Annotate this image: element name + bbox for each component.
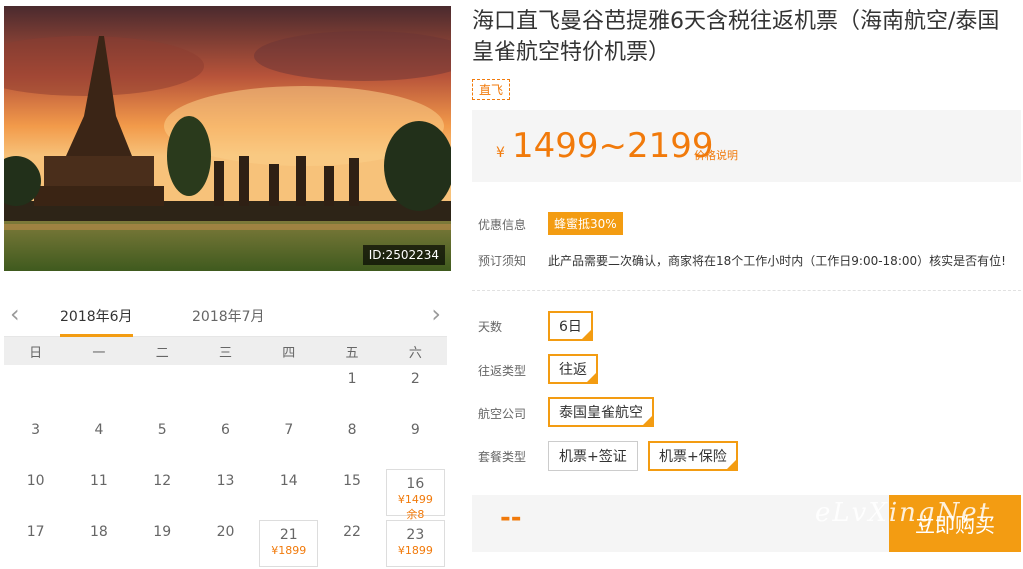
day-number: 6 (221, 422, 230, 438)
weekday-label: 二 (155, 345, 169, 361)
day-number: 9 (410, 422, 420, 438)
calendar-day (4, 365, 67, 416)
airline-label: 航空公司 (478, 407, 527, 421)
day-number: 18 (90, 524, 108, 540)
calendar-day (67, 365, 130, 416)
calendar-day (257, 365, 320, 416)
day-number: 1 (347, 371, 357, 387)
chevron-right-icon[interactable]: › (431, 300, 441, 328)
day-number: 17 (26, 524, 45, 540)
calendar-grid: 1 2 3 4 5 6 7 8 9 10 11 12 13 14 15 16 ¥1499 余8 17 18 19 20 21… (4, 365, 447, 569)
price-box: ¥ 1499~2199 价格说明 (472, 110, 1021, 182)
image-id-badge: ID:2502234 (362, 245, 445, 265)
airline-option[interactable]: 泰国皇雀航空 (548, 397, 654, 427)
calendar-day[interactable]: 18 (67, 518, 130, 569)
calendar-day[interactable]: 22 (320, 518, 383, 569)
day-number: 8 (347, 422, 357, 438)
day-number: 16 (406, 476, 425, 492)
package-option-visa[interactable]: 机票+签证 (548, 441, 638, 471)
calendar-day[interactable]: 2 (384, 365, 447, 416)
calendar-day[interactable]: 5 (131, 416, 194, 467)
calendar-day[interactable]: 10 (4, 467, 67, 518)
day-number: 4 (94, 422, 104, 438)
product-photo: ID:2502234 (4, 6, 451, 271)
day-number: 5 (157, 422, 167, 438)
watermark: eLvXingNet (815, 498, 992, 528)
calendar-day[interactable]: 1 (320, 365, 383, 416)
day-number: 2 (410, 371, 420, 387)
calendar-day (194, 365, 257, 416)
day-price: ¥1499 (397, 493, 433, 506)
calendar-day[interactable]: 4 (67, 416, 130, 467)
tab-month-july[interactable]: 2018年7月 (192, 306, 265, 326)
calendar-day[interactable]: 12 (131, 467, 194, 518)
days-label: 天数 (478, 320, 503, 334)
weekday-label: 日 (29, 345, 43, 361)
weekday-label: 一 (92, 345, 106, 361)
day-number: 14 (279, 473, 298, 489)
calendar-day[interactable]: 3 (4, 416, 67, 467)
calendar-day[interactable]: 23 ¥1899 (385, 520, 445, 567)
promo-badge: 蜂蜜抵30% (548, 212, 623, 235)
calendar-day[interactable]: 21 ¥1899 (259, 520, 319, 567)
weekday-label: 五 (345, 345, 359, 361)
day-number: 23 (406, 527, 425, 543)
weekday-label: 六 (408, 345, 422, 361)
divider (472, 290, 1021, 291)
calendar-day[interactable]: 7 (257, 416, 320, 467)
weekday-label: 三 (218, 345, 232, 361)
product-title: 海口直飞曼谷芭提雅6天含税往返机票（海南航空/泰国皇雀航空特价机票） (472, 9, 1000, 65)
calendar-day[interactable]: 19 (131, 518, 194, 569)
day-number: 20 (216, 524, 235, 540)
total-amount: -- (500, 503, 522, 533)
package-option-insurance[interactable]: 机票+保险 (648, 441, 738, 471)
day-number: 19 (153, 524, 172, 540)
calendar-day[interactable]: 9 (384, 416, 447, 467)
days-option-6[interactable]: 6日 (548, 311, 593, 341)
day-number: 11 (90, 473, 108, 489)
notice-label: 预订须知 (478, 254, 527, 268)
day-number: 3 (31, 422, 41, 438)
day-number: 15 (343, 473, 361, 489)
weekday-label: 四 (282, 345, 296, 361)
calendar-day[interactable]: 8 (320, 416, 383, 467)
trip-option-roundtrip[interactable]: 往返 (548, 354, 598, 384)
tab-month-june[interactable]: 2018年6月 (60, 306, 133, 337)
trip-type-label: 往返类型 (478, 364, 527, 378)
calendar-day[interactable]: 16 ¥1499 余8 (385, 469, 445, 521)
promo-label: 优惠信息 (478, 218, 527, 232)
calendar-day[interactable]: 17 (4, 518, 67, 569)
weekday-header: 日 一 二 三 四 五 六 (4, 337, 447, 365)
notice-text: 此产品需要二次确认，商家将在18个工作小时内（工作日9:00-18:00）核实是… (548, 254, 1006, 268)
price-note-link[interactable]: 价格说明 (694, 147, 738, 163)
calendar-day[interactable]: 15 (320, 467, 383, 518)
calendar-day[interactable]: 14 (257, 467, 320, 518)
calendar-day[interactable]: 6 (194, 416, 257, 467)
chevron-left-icon[interactable]: ‹ (10, 300, 20, 328)
calendar-day[interactable]: 11 (67, 467, 130, 518)
calendar-day[interactable]: 20 (194, 518, 257, 569)
day-number: 7 (284, 422, 294, 438)
package-label: 套餐类型 (478, 450, 527, 464)
day-number: 22 (343, 524, 361, 540)
day-price: ¥1899 (271, 544, 307, 557)
calendar-nav: ‹ 2018年6月 2018年7月 › (4, 296, 447, 337)
day-number: 10 (26, 473, 45, 489)
price-calendar: ‹ 2018年6月 2018年7月 › 日 一 二 三 四 五 六 123456… (4, 296, 447, 567)
currency-symbol: ¥ (496, 145, 505, 161)
day-number: 12 (153, 473, 172, 489)
day-number: 13 (216, 473, 235, 489)
price-range: 1499~2199 (512, 126, 714, 166)
calendar-day[interactable]: 13 (194, 467, 257, 518)
direct-flight-tag: 直飞 (472, 79, 511, 100)
temple-sunset-image (4, 6, 451, 271)
calendar-day (131, 365, 194, 416)
day-price: ¥1899 (397, 544, 433, 557)
day-number: 21 (279, 527, 298, 543)
